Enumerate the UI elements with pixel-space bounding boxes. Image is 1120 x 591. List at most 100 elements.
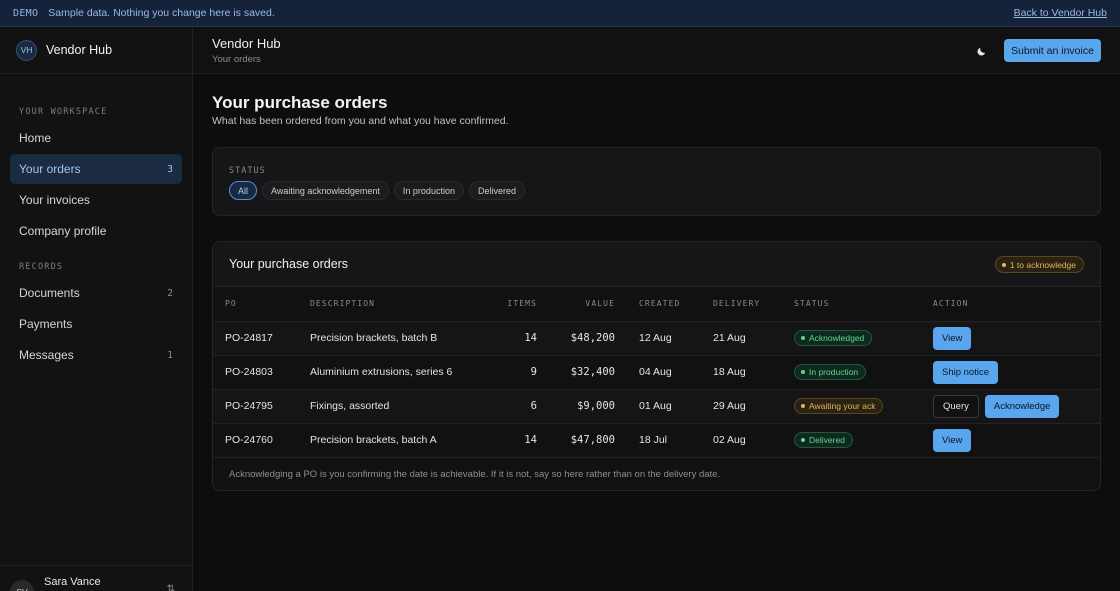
sidebar-item-your-orders[interactable]: Your orders 3 <box>10 154 182 184</box>
demo-tag: DEMO <box>13 7 39 19</box>
records-nav: Documents 2 Payments Messages 1 <box>0 278 192 370</box>
po-items: 14 <box>486 321 537 356</box>
brand[interactable]: VH Vendor Hub <box>0 27 192 74</box>
po-items: 6 <box>486 389 537 424</box>
filter-pill-in-production[interactable]: In production <box>393 181 464 200</box>
theme-toggle-button[interactable] <box>973 43 989 59</box>
submit-invoice-button[interactable]: Submit an invoice <box>1004 39 1101 62</box>
sidebar-item-company-profile[interactable]: Company profile <box>10 216 182 246</box>
sidebar-item-label: Documents <box>19 286 80 300</box>
po-status-cell: Delivered <box>794 423 933 458</box>
view-button[interactable]: View <box>933 428 972 452</box>
demo-message: Sample data. Nothing you change here is … <box>48 7 275 19</box>
acknowledge-count-badge: 1 to acknowledge <box>994 256 1084 273</box>
back-to-vendor-hub-link[interactable]: Back to Vendor Hub <box>1014 7 1107 19</box>
sidebar-item-payments[interactable]: Payments <box>10 309 182 339</box>
page-title: Your purchase orders <box>212 93 388 112</box>
user-menu[interactable]: SV Sara Vance ⇅ <box>0 565 192 591</box>
table-header-row: PO DESCRIPTION ITEMS VALUE CREATED DELIV… <box>213 287 1100 322</box>
po-actions-cell: View <box>933 423 1100 458</box>
po-items: 14 <box>486 423 537 458</box>
status-dot-icon <box>801 438 805 442</box>
status-filter-card: STATUS All Awaiting acknowledgement In p… <box>212 147 1101 216</box>
sidebar: VH Vendor Hub YOUR WORKSPACE Home Your o… <box>0 27 193 591</box>
view-button[interactable]: View <box>933 326 972 350</box>
moon-icon <box>977 47 985 55</box>
table-row: PO-24817 Precision brackets, batch B 14 … <box>213 321 1100 356</box>
sidebar-item-label: Company profile <box>19 224 107 238</box>
status-filter-pills: All Awaiting acknowledgement In producti… <box>229 181 525 200</box>
po-description: Fixings, assorted <box>310 389 486 424</box>
warning-dot-icon <box>1001 262 1006 267</box>
po-number: PO-24817 <box>213 321 310 356</box>
sidebar-item-count: 1 <box>167 349 173 361</box>
orders-footnote: Acknowledging a PO is you confirming the… <box>213 457 1100 490</box>
brand-name: Vendor Hub <box>46 43 113 57</box>
demo-banner: DEMO Sample data. Nothing you change her… <box>0 0 1120 27</box>
sidebar-item-label: Home <box>19 131 52 145</box>
po-value: $9,000 <box>537 389 615 424</box>
status-dot-icon <box>801 404 805 408</box>
sidebar-item-label: Messages <box>19 348 74 362</box>
table-row: PO-24795 Fixings, assorted 6 $9,000 01 A… <box>213 389 1100 424</box>
query-button[interactable]: Query <box>933 394 979 418</box>
po-items: 9 <box>486 355 537 390</box>
nav-section-workspace: YOUR WORKSPACE <box>19 107 108 117</box>
ship-notice-button[interactable]: Ship notice <box>933 360 999 384</box>
po-description: Precision brackets, batch A <box>310 423 486 458</box>
status-badge: Delivered <box>794 432 853 448</box>
sidebar-item-count: 2 <box>167 287 173 299</box>
status-text: Delivered <box>809 435 845 445</box>
brand-logo: VH <box>16 39 37 61</box>
po-number: PO-24760 <box>213 423 310 458</box>
column-header-status: STATUS <box>794 287 933 322</box>
orders-card-header: Your purchase orders 1 to acknowledge <box>213 242 1100 287</box>
status-text: Acknowledged <box>809 333 865 343</box>
po-status-cell: Acknowledged <box>794 321 933 356</box>
sidebar-item-documents[interactable]: Documents 2 <box>10 278 182 308</box>
column-header-created: CREATED <box>615 287 713 322</box>
po-delivery: 02 Aug <box>713 423 794 458</box>
main-content: Your purchase orders What has been order… <box>193 74 1120 591</box>
sidebar-item-messages[interactable]: Messages 1 <box>10 340 182 370</box>
purchase-orders-card: Your purchase orders 1 to acknowledge PO… <box>212 241 1101 491</box>
column-header-description: DESCRIPTION <box>310 287 486 322</box>
orders-card-title: Your purchase orders <box>229 257 349 271</box>
filter-pill-all[interactable]: All <box>229 181 258 200</box>
table-row: PO-24760 Precision brackets, batch A 14 … <box>213 423 1100 458</box>
avatar: SV <box>10 580 34 591</box>
status-dot-icon <box>801 336 805 340</box>
po-description: Precision brackets, batch B <box>310 321 486 356</box>
header-title: Vendor Hub <box>212 36 281 51</box>
po-created: 04 Aug <box>615 355 713 390</box>
column-header-value: VALUE <box>537 287 615 322</box>
user-name: Sara Vance <box>44 576 101 588</box>
page-lead: What has been ordered from you and what … <box>212 115 509 127</box>
acknowledge-button[interactable]: Acknowledge <box>984 394 1060 418</box>
po-created: 12 Aug <box>615 321 713 356</box>
po-number: PO-24795 <box>213 389 310 424</box>
filter-pill-delivered[interactable]: Delivered <box>468 181 525 200</box>
column-header-po: PO <box>213 287 310 322</box>
purchase-orders-table: PO DESCRIPTION ITEMS VALUE CREATED DELIV… <box>213 287 1100 458</box>
po-status-cell: In production <box>794 355 933 390</box>
sidebar-item-label: Your invoices <box>19 193 90 207</box>
po-delivery: 29 Aug <box>713 389 794 424</box>
column-header-delivery: DELIVERY <box>713 287 794 322</box>
po-value: $48,200 <box>537 321 615 356</box>
status-badge: Awaiting your ack <box>794 398 884 414</box>
filter-pill-awaiting-acknowledgement[interactable]: Awaiting acknowledgement <box>262 181 389 200</box>
status-filter-label: STATUS <box>229 166 266 176</box>
sidebar-item-home[interactable]: Home <box>10 123 182 153</box>
status-badge: Acknowledged <box>794 330 873 346</box>
column-header-items: ITEMS <box>486 287 537 322</box>
status-text: In production <box>809 367 859 377</box>
workspace-nav: Home Your orders 3 Your invoices Company… <box>0 123 192 246</box>
sidebar-item-label: Your orders <box>19 162 81 176</box>
status-dot-icon <box>801 370 805 374</box>
sidebar-item-your-invoices[interactable]: Your invoices <box>10 185 182 215</box>
po-number: PO-24803 <box>213 355 310 390</box>
po-status-cell: Awaiting your ack <box>794 389 933 424</box>
status-badge: In production <box>794 364 867 380</box>
switch-user-icon[interactable]: ⇅ <box>167 584 175 591</box>
